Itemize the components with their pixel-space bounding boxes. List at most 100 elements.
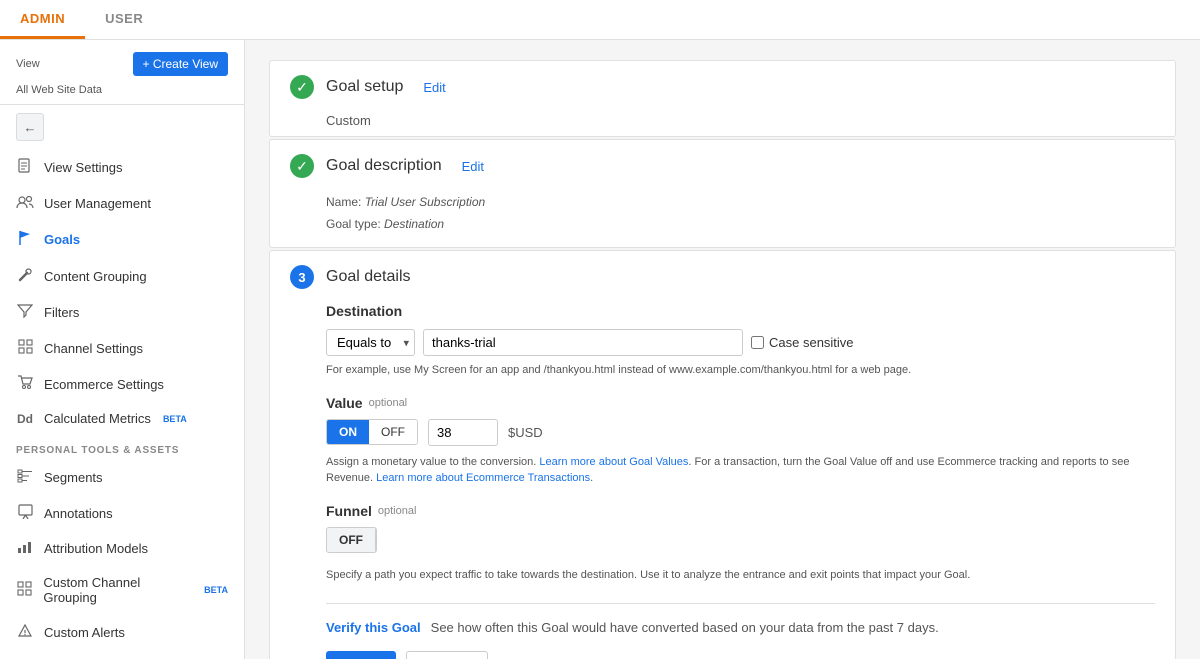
sidebar-item-custom-alerts[interactable]: Custom Alerts: [0, 614, 244, 651]
step3-number-icon: 3: [290, 265, 314, 289]
step2-check-icon: ✓: [290, 154, 314, 178]
sidebar-item-content-grouping[interactable]: Content Grouping: [0, 258, 244, 295]
sidebar-header: View + Create View: [0, 40, 244, 84]
sidebar-item-attribution-models[interactable]: Attribution Models: [0, 531, 244, 566]
sidebar-item-user-management[interactable]: User Management: [0, 186, 244, 221]
step3-header: 3 Goal details: [270, 251, 1175, 303]
sidebar-label-user-management: User Management: [44, 196, 151, 211]
all-sites-label: All Web Site Data: [0, 84, 244, 105]
sidebar-label-goals: Goals: [44, 232, 80, 247]
value-label-row: Value optional: [326, 395, 1155, 411]
value-toggle-on[interactable]: ON: [327, 420, 369, 444]
destination-input[interactable]: [423, 329, 743, 356]
doc-icon: [16, 158, 34, 177]
sidebar-label-ecommerce-settings: Ecommerce Settings: [44, 377, 164, 392]
sidebar-item-filters[interactable]: Filters: [0, 295, 244, 330]
main-content: ✓ Goal setup Edit Custom ✓ Goal descript…: [245, 40, 1200, 659]
step1-subtitle: Custom: [270, 113, 1175, 136]
sidebar-label-attribution-models: Attribution Models: [44, 541, 148, 556]
sidebar-item-channel-settings[interactable]: Channel Settings: [0, 330, 244, 366]
verify-text: See how often this Goal would have conve…: [431, 620, 939, 635]
funnel-toggle-off[interactable]: OFF: [327, 528, 376, 552]
sidebar-label-channel-settings: Channel Settings: [44, 341, 143, 356]
layout: View + Create View All Web Site Data ← V…: [0, 40, 1200, 659]
tab-user[interactable]: USER: [85, 0, 163, 39]
funnel-section: Funnel optional OFF Specify a path you e…: [326, 503, 1155, 584]
create-view-button[interactable]: + Create View: [133, 52, 229, 76]
destination-section-title: Destination: [326, 303, 1155, 319]
save-button[interactable]: Save: [326, 651, 396, 659]
sidebar-item-goals[interactable]: Goals: [0, 221, 244, 258]
step3-body: Destination Equals to Case sensitive For…: [270, 303, 1175, 659]
back-button[interactable]: ←: [16, 113, 44, 141]
beta-badge-channel: BETA: [204, 585, 228, 595]
value-toggle-off[interactable]: OFF: [369, 420, 417, 444]
action-row: Save Cancel: [326, 651, 1155, 659]
cart-icon: [16, 375, 34, 393]
goal-step-2: ✓ Goal description Edit Name: Trial User…: [269, 139, 1176, 248]
match-type-wrapper: Equals to: [326, 329, 415, 356]
personal-tools-section-label: PERSONAL TOOLS & ASSETS: [0, 435, 244, 460]
sidebar-item-custom-channel-grouping[interactable]: Custom Channel Grouping BETA: [0, 566, 244, 614]
funnel-toggle[interactable]: OFF: [326, 527, 377, 553]
top-nav: ADMIN USER: [0, 0, 1200, 40]
value-hint: Assign a monetary value to the conversio…: [326, 454, 1155, 487]
dd-icon: Dd: [16, 412, 34, 426]
sidebar-item-scheduled-emails[interactable]: Scheduled Emails: [0, 651, 244, 659]
destination-field-row: Equals to Case sensitive: [326, 329, 1155, 356]
step1-title: Goal setup: [326, 78, 403, 96]
funnel-hint: Specify a path you expect traffic to tak…: [326, 567, 1155, 584]
funnel-label-row: Funnel optional: [326, 503, 1155, 519]
step2-type-value: Destination: [384, 217, 444, 231]
currency-label: $USD: [508, 425, 543, 440]
channel-grouping-icon: [16, 581, 33, 599]
step2-header: ✓ Goal description Edit: [270, 140, 1175, 192]
step1-edit-link[interactable]: Edit: [423, 80, 445, 95]
sidebar-label-calculated-metrics: Calculated Metrics: [44, 411, 151, 426]
alert-icon: [16, 623, 34, 642]
value-section: Value optional ON OFF $USD Assign a mone…: [326, 395, 1155, 487]
match-type-select[interactable]: Equals to: [326, 329, 415, 356]
funnel-label: Funnel: [326, 503, 372, 519]
step2-subinfo: Name: Trial User Subscription Goal type:…: [270, 192, 1175, 247]
filter-icon: [16, 304, 34, 321]
sidebar-label-segments: Segments: [44, 470, 103, 485]
case-sensitive-label: Case sensitive: [769, 335, 854, 350]
step2-name-label: Name:: [326, 195, 361, 209]
users-icon: [16, 195, 34, 212]
wrench-icon: [16, 267, 34, 286]
value-optional: optional: [369, 397, 408, 409]
sidebar: View + Create View All Web Site Data ← V…: [0, 40, 245, 659]
sidebar-label-annotations: Annotations: [44, 506, 113, 521]
value-toggle[interactable]: ON OFF: [326, 419, 418, 445]
verify-link[interactable]: Verify this Goal: [326, 620, 421, 635]
step2-edit-link[interactable]: Edit: [462, 159, 484, 174]
flag-icon: [16, 230, 34, 249]
beta-badge-calculated: BETA: [163, 414, 187, 424]
case-sensitive-checkbox[interactable]: [751, 336, 764, 349]
sidebar-label-custom-alerts: Custom Alerts: [44, 625, 125, 640]
sidebar-label-content-grouping: Content Grouping: [44, 269, 147, 284]
sidebar-item-ecommerce-settings[interactable]: Ecommerce Settings: [0, 366, 244, 402]
tab-admin[interactable]: ADMIN: [0, 0, 85, 39]
step1-header: ✓ Goal setup Edit: [270, 61, 1175, 113]
sidebar-label-view-settings: View Settings: [44, 160, 123, 175]
step1-check-icon: ✓: [290, 75, 314, 99]
divider: [326, 603, 1155, 604]
sidebar-label-filters: Filters: [44, 305, 79, 320]
value-amount-input[interactable]: [428, 419, 498, 446]
goal-values-link[interactable]: Learn more about Goal Values: [539, 456, 688, 468]
attribution-icon: [16, 540, 34, 557]
sidebar-item-calculated-metrics[interactable]: Dd Calculated Metrics BETA: [0, 402, 244, 435]
value-toggle-row: ON OFF $USD: [326, 419, 1155, 446]
cancel-button[interactable]: Cancel: [406, 651, 488, 659]
case-sensitive-row: Case sensitive: [751, 335, 854, 350]
grid-icon: [16, 339, 34, 357]
funnel-optional: optional: [378, 505, 417, 517]
annotations-icon: [16, 504, 34, 522]
sidebar-item-view-settings[interactable]: View Settings: [0, 149, 244, 186]
sidebar-item-annotations[interactable]: Annotations: [0, 495, 244, 531]
sidebar-item-segments[interactable]: Segments: [0, 460, 244, 495]
goal-step-3: 3 Goal details Destination Equals to Cas…: [269, 250, 1176, 659]
ecommerce-transactions-link[interactable]: Learn more about Ecommerce Transactions: [376, 472, 590, 484]
